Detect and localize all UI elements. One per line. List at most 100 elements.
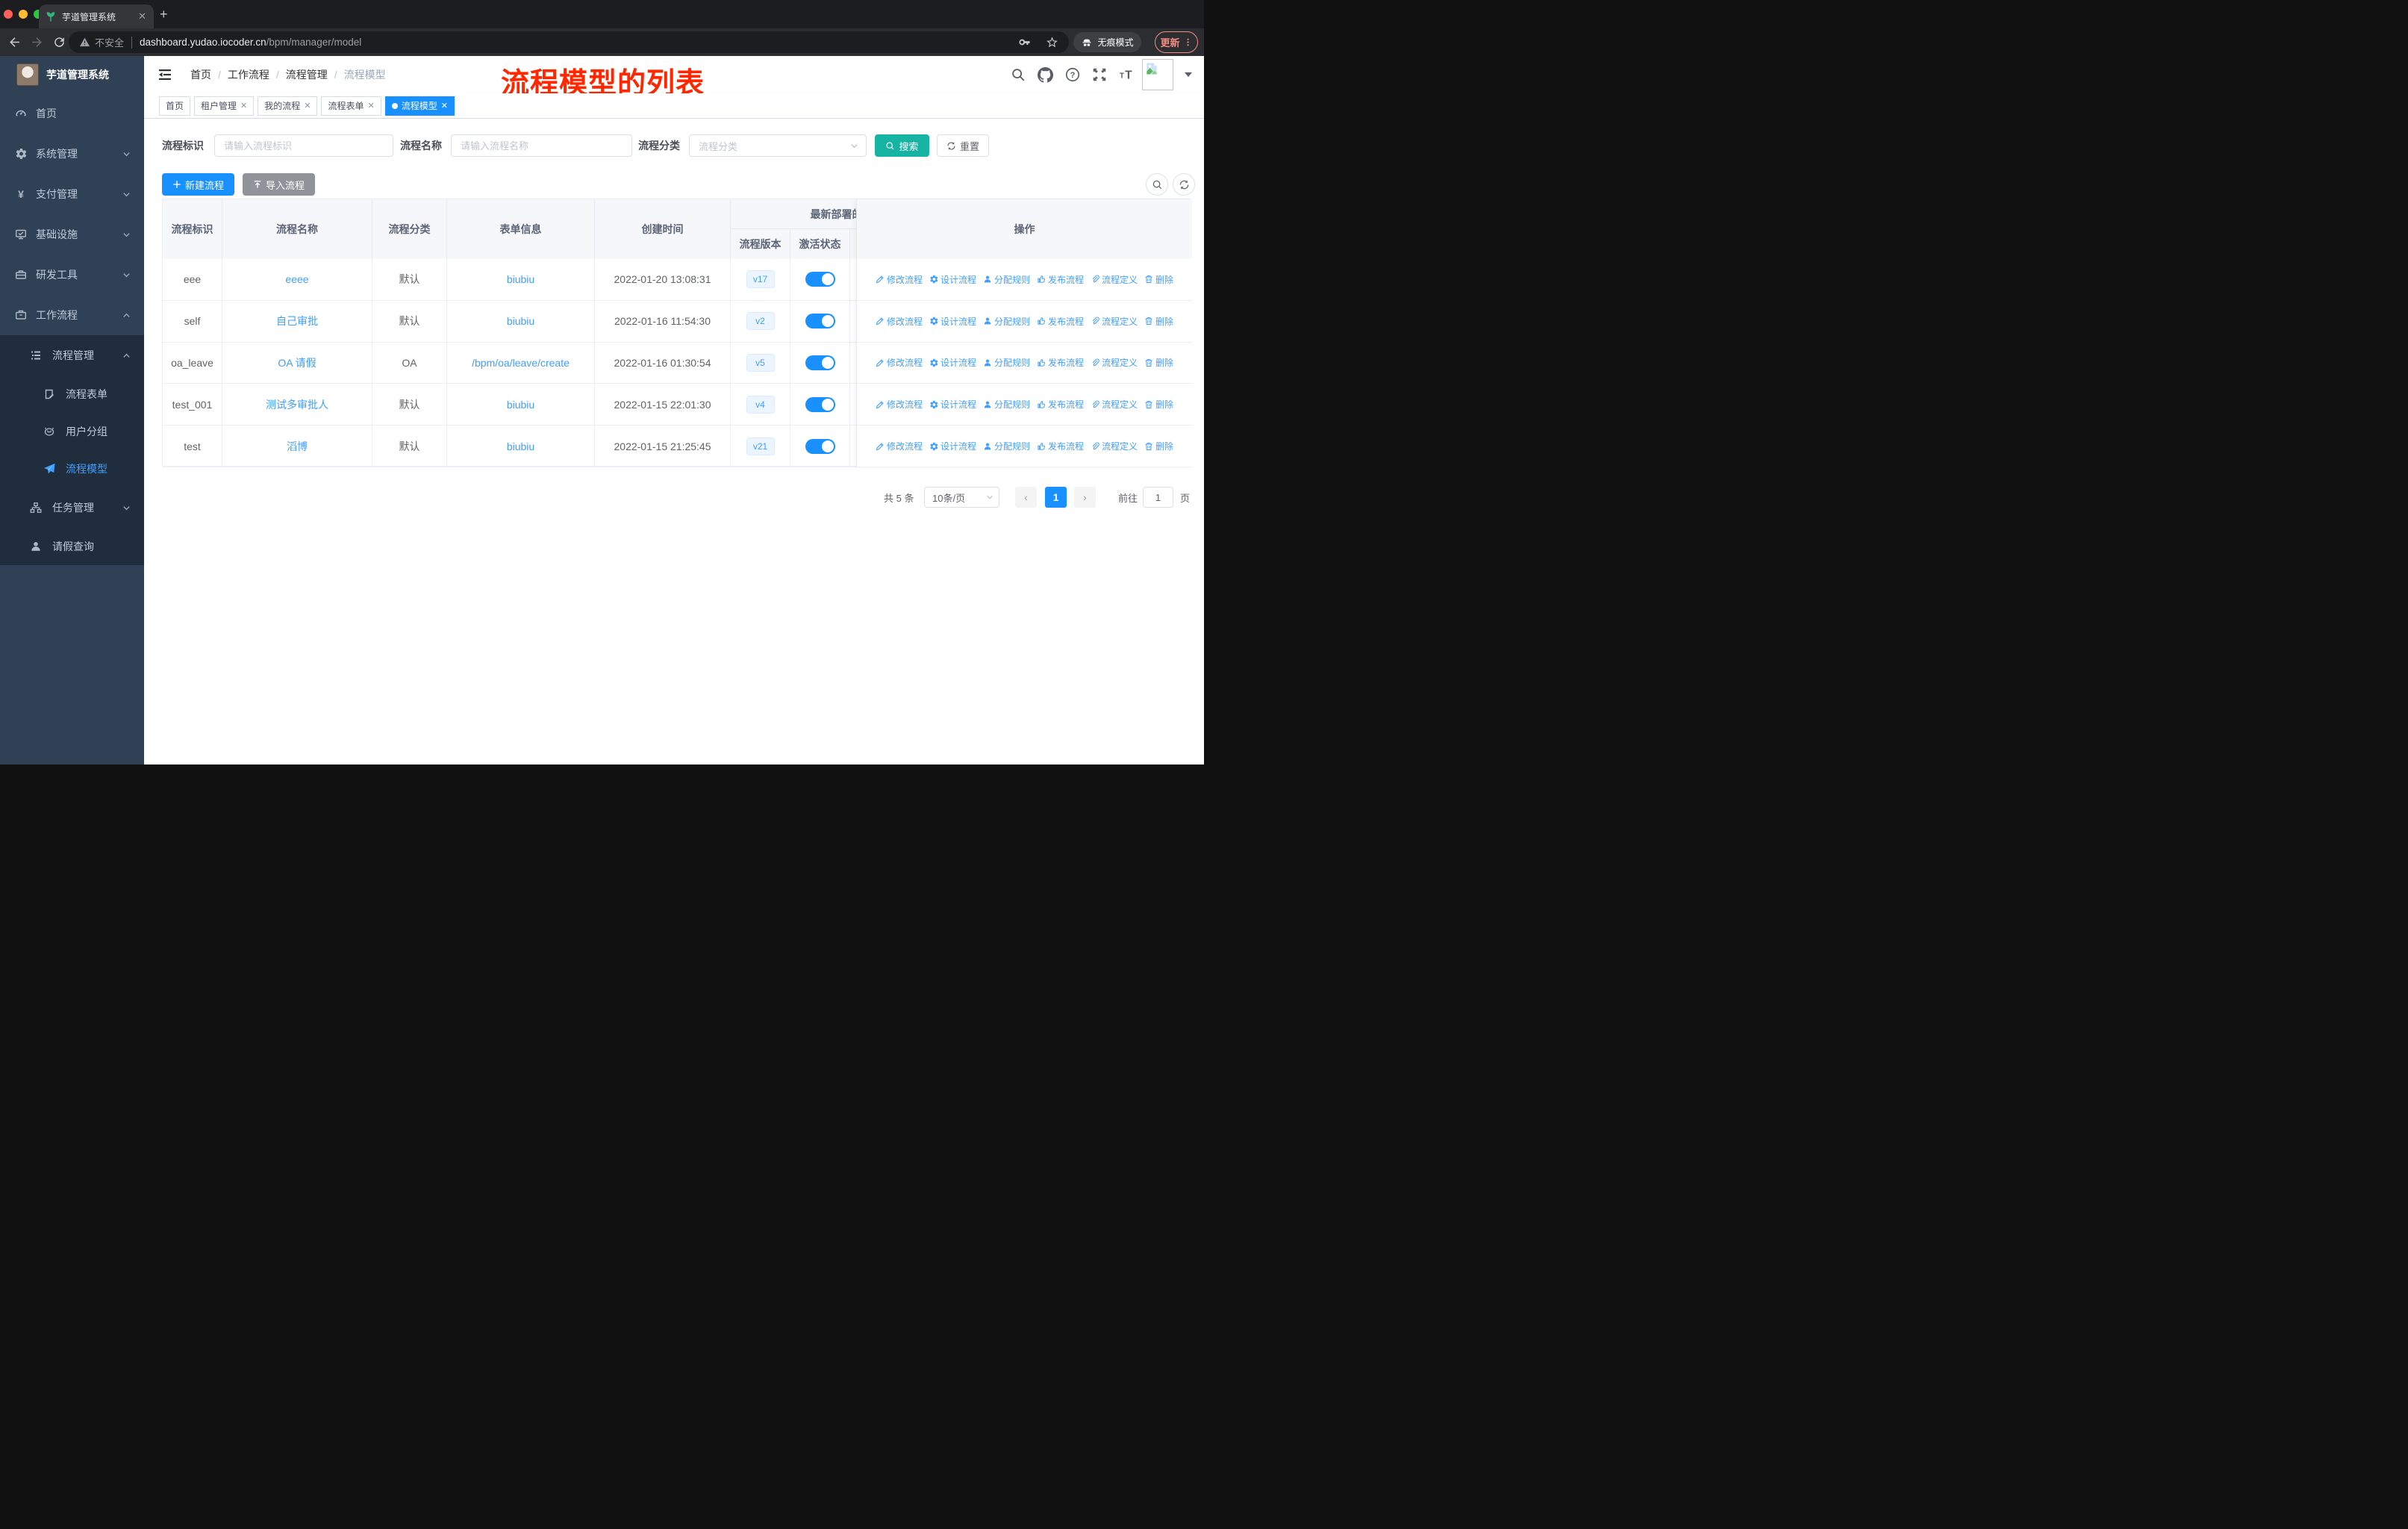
prev-page-button[interactable]: ‹ xyxy=(1015,487,1037,508)
search-button[interactable]: 搜索 xyxy=(875,134,929,157)
sidebar-item-payment[interactable]: 支付管理 xyxy=(0,174,144,214)
tag-process-form[interactable]: 流程表单 ✕ xyxy=(321,96,381,116)
mac-close-button[interactable] xyxy=(4,10,13,19)
sidebar-item-system[interactable]: 系统管理 xyxy=(0,134,144,174)
publish-process-link[interactable]: 发布流程 xyxy=(1037,273,1084,286)
new-tab-button[interactable]: + xyxy=(160,7,168,22)
current-page-button[interactable]: 1 xyxy=(1045,487,1067,508)
delete-link[interactable]: 删除 xyxy=(1144,398,1173,411)
forward-icon[interactable] xyxy=(30,35,44,49)
publish-process-link[interactable]: 发布流程 xyxy=(1037,315,1084,328)
process-category-select[interactable]: 流程分类 xyxy=(689,134,867,157)
assign-rule-link[interactable]: 分配规则 xyxy=(983,356,1030,369)
breadcrumb-process-management[interactable]: 流程管理 xyxy=(286,67,328,82)
publish-process-link[interactable]: 发布流程 xyxy=(1037,356,1084,369)
chrome-update-button[interactable]: 更新 xyxy=(1155,31,1198,53)
assign-rule-link[interactable]: 分配规则 xyxy=(983,398,1030,411)
process-definition-link[interactable]: 流程定义 xyxy=(1091,356,1138,369)
modify-process-link[interactable]: 修改流程 xyxy=(876,398,923,411)
design-process-link[interactable]: 设计流程 xyxy=(929,273,976,286)
tab-close-icon[interactable]: ✕ xyxy=(137,10,148,22)
delete-link[interactable]: 删除 xyxy=(1144,315,1173,328)
sidebar-item-task-management[interactable]: 任务管理 xyxy=(0,488,144,528)
kebab-menu-icon[interactable] xyxy=(1183,37,1193,47)
sidebar-item-process-form[interactable]: 流程表单 xyxy=(0,376,144,413)
help-icon[interactable] xyxy=(1064,66,1081,83)
sidebar-item-process-model[interactable]: 流程模型 xyxy=(0,450,144,488)
process-definition-link[interactable]: 流程定义 xyxy=(1091,440,1138,452)
sidebar-item-workflow[interactable]: 工作流程 xyxy=(0,295,144,335)
tag-home[interactable]: 首页 xyxy=(159,96,191,116)
refresh-table-button[interactable] xyxy=(1173,173,1195,196)
app-logo-row[interactable]: 芋道管理系统 xyxy=(0,56,144,93)
delete-link[interactable]: 删除 xyxy=(1144,356,1173,369)
tag-my-process[interactable]: 我的流程 ✕ xyxy=(258,96,318,116)
tag-close-icon[interactable]: ✕ xyxy=(441,101,448,110)
tag-close-icon[interactable]: ✕ xyxy=(240,101,247,110)
assign-rule-link[interactable]: 分配规则 xyxy=(983,273,1030,286)
modify-process-link[interactable]: 修改流程 xyxy=(876,273,923,286)
form-info-link[interactable]: /bpm/oa/leave/create xyxy=(472,357,570,369)
tag-close-icon[interactable]: ✕ xyxy=(304,101,311,110)
fullscreen-icon[interactable] xyxy=(1091,66,1108,83)
sidebar-item-devtools[interactable]: 研发工具 xyxy=(0,255,144,295)
publish-process-link[interactable]: 发布流程 xyxy=(1037,398,1084,411)
user-avatar[interactable] xyxy=(1142,59,1173,90)
active-toggle[interactable] xyxy=(805,272,835,287)
form-info-link[interactable]: biubiu xyxy=(507,440,534,452)
address-bar[interactable]: 不安全 dashboard.yudao.iocoder.cn/bpm/manag… xyxy=(69,31,1069,53)
active-toggle[interactable] xyxy=(805,355,835,370)
mac-minimize-button[interactable] xyxy=(19,10,28,19)
avatar-caret-down-icon[interactable] xyxy=(1184,72,1193,78)
design-process-link[interactable]: 设计流程 xyxy=(929,398,976,411)
font-size-icon[interactable] xyxy=(1117,66,1136,83)
sidebar-item-user-group[interactable]: 用户分组 xyxy=(0,413,144,450)
import-process-button[interactable]: 导入流程 xyxy=(243,173,315,196)
delete-link[interactable]: 删除 xyxy=(1144,440,1173,452)
process-definition-link[interactable]: 流程定义 xyxy=(1091,398,1138,411)
sidebar-item-infrastructure[interactable]: 基础设施 xyxy=(0,214,144,255)
goto-page-input[interactable] xyxy=(1143,487,1173,508)
version-badge[interactable]: v17 xyxy=(746,270,775,289)
active-toggle[interactable] xyxy=(805,438,835,454)
tag-tenant[interactable]: 租户管理 ✕ xyxy=(194,96,255,116)
design-process-link[interactable]: 设计流程 xyxy=(929,315,976,328)
sidebar-toggle-icon[interactable] xyxy=(157,67,172,82)
modify-process-link[interactable]: 修改流程 xyxy=(876,440,923,452)
publish-process-link[interactable]: 发布流程 xyxy=(1037,440,1084,452)
next-page-button[interactable]: › xyxy=(1074,487,1096,508)
process-name-link[interactable]: 自己审批 xyxy=(276,314,318,328)
breadcrumb-home[interactable]: 首页 xyxy=(190,67,211,82)
breadcrumb-workflow[interactable]: 工作流程 xyxy=(228,67,269,82)
process-definition-link[interactable]: 流程定义 xyxy=(1091,315,1138,328)
active-toggle[interactable] xyxy=(805,314,835,329)
design-process-link[interactable]: 设计流程 xyxy=(929,440,976,452)
version-badge[interactable]: v21 xyxy=(746,437,775,455)
reset-button[interactable]: 重置 xyxy=(937,134,989,157)
process-name-link[interactable]: OA 请假 xyxy=(278,355,316,370)
form-info-link[interactable]: biubiu xyxy=(507,399,534,411)
sidebar-item-leave-query[interactable]: 请假查询 xyxy=(0,528,144,565)
process-name-link[interactable]: 滔博 xyxy=(287,439,308,454)
assign-rule-link[interactable]: 分配规则 xyxy=(983,440,1030,452)
delete-link[interactable]: 删除 xyxy=(1144,273,1173,286)
assign-rule-link[interactable]: 分配规则 xyxy=(983,315,1030,328)
active-toggle[interactable] xyxy=(805,396,835,412)
modify-process-link[interactable]: 修改流程 xyxy=(876,356,923,369)
github-icon[interactable] xyxy=(1038,67,1053,83)
toggle-search-button[interactable] xyxy=(1146,173,1168,196)
back-icon[interactable] xyxy=(7,35,22,49)
version-badge[interactable]: v4 xyxy=(746,395,775,414)
tag-close-icon[interactable]: ✕ xyxy=(368,101,375,110)
process-name-input[interactable] xyxy=(451,134,632,157)
bookmark-star-icon[interactable] xyxy=(1046,36,1058,49)
page-size-select[interactable]: 10条/页 xyxy=(924,487,999,508)
process-definition-link[interactable]: 流程定义 xyxy=(1091,273,1138,286)
tag-process-model[interactable]: 流程模型 ✕ xyxy=(384,96,455,116)
version-badge[interactable]: v5 xyxy=(746,353,775,372)
design-process-link[interactable]: 设计流程 xyxy=(929,356,976,369)
version-badge[interactable]: v2 xyxy=(746,312,775,331)
create-process-button[interactable]: 新建流程 xyxy=(162,173,234,196)
modify-process-link[interactable]: 修改流程 xyxy=(876,315,923,328)
password-key-icon[interactable] xyxy=(1018,36,1031,49)
